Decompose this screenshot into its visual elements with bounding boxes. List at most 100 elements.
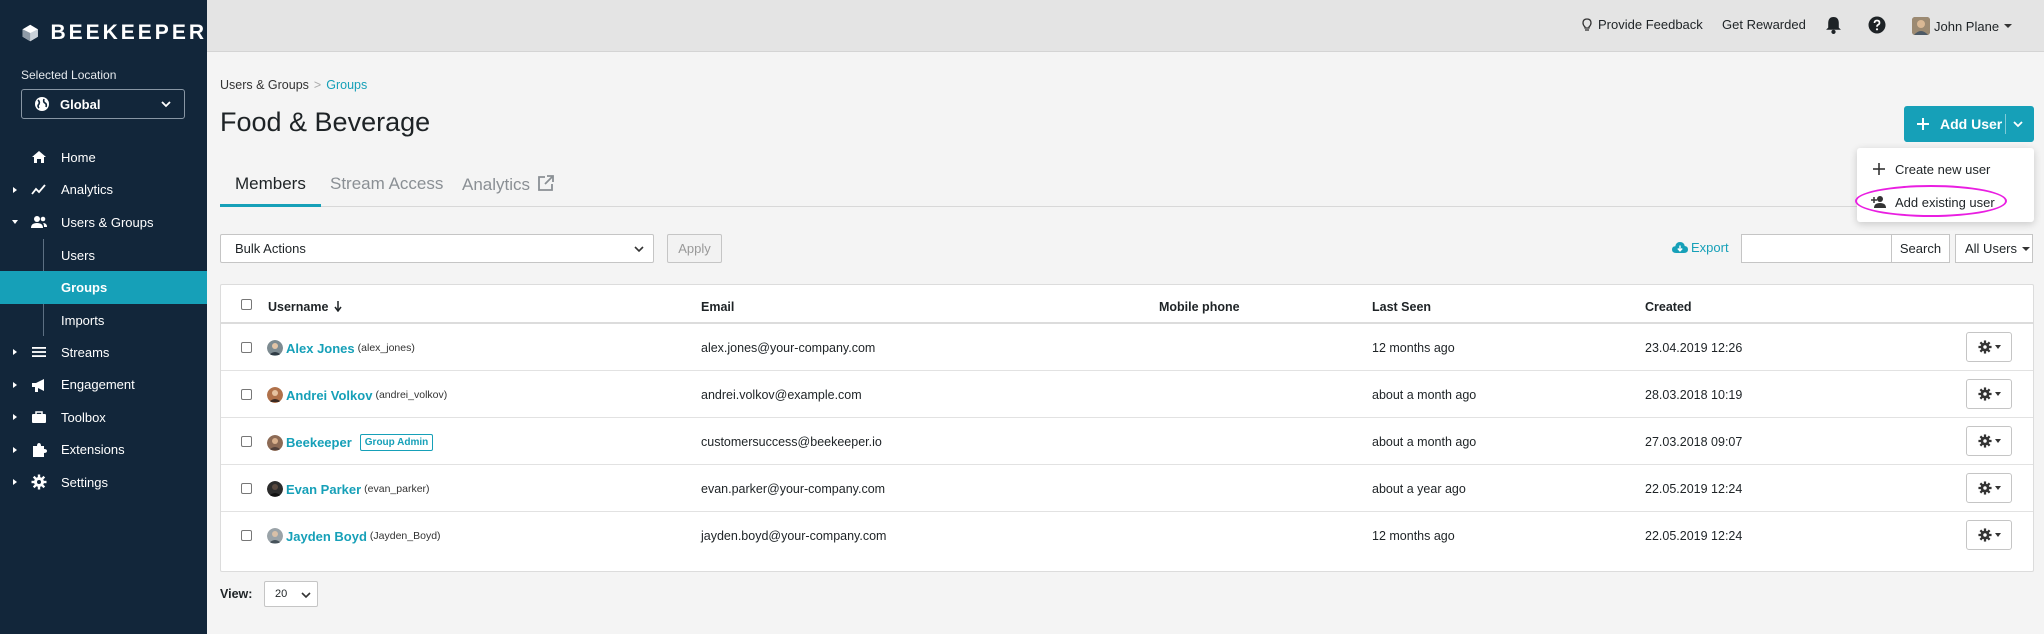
bell-icon	[1826, 17, 1841, 34]
breadcrumb-parent[interactable]: Users & Groups	[220, 78, 309, 92]
sidebar-item-label: Analytics	[61, 182, 114, 198]
row-checkbox[interactable]	[241, 483, 252, 494]
sort-down-icon	[334, 301, 342, 312]
user-name-link[interactable]: Alex Jones	[286, 341, 355, 356]
table-row[interactable]: Andrei Volkov (andrei_volkov) andrei.vol…	[221, 371, 2033, 418]
caret-down-icon	[1994, 392, 2001, 396]
add-user-button[interactable]: Add User	[1904, 106, 2034, 142]
toolbox-icon	[32, 411, 46, 424]
row-actions-button[interactable]	[1966, 473, 2012, 503]
cloud-download-icon	[1672, 241, 1688, 253]
table-row[interactable]: Jayden Boyd (Jayden_Boyd) jayden.boyd@yo…	[221, 512, 2033, 559]
tab-analytics-label: Analytics	[462, 175, 531, 194]
beekeeper-logo-icon	[22, 24, 38, 42]
group-admin-badge: Group Admin	[359, 434, 434, 451]
search-input[interactable]	[1741, 234, 1891, 263]
select-all-checkbox[interactable]	[241, 299, 252, 310]
sidebar-item-label: Engagement	[61, 377, 135, 393]
sidebar-item-imports[interactable]: Imports	[0, 303, 207, 336]
location-select[interactable]: Global	[21, 89, 185, 119]
megaphone-icon	[32, 378, 44, 392]
user-handle: (andrei_volkov)	[375, 389, 448, 401]
sidebar-item-toolbox[interactable]: Toolbox	[0, 401, 207, 434]
user-menu[interactable]: John Plane	[1912, 17, 2013, 35]
row-checkbox[interactable]	[241, 342, 252, 353]
user-name-link[interactable]: Beekeeper	[286, 435, 352, 450]
column-header-username[interactable]: Username	[268, 300, 342, 314]
sidebar-item-label: Streams	[61, 344, 110, 360]
sidebar-item-engagement[interactable]: Engagement	[0, 369, 207, 402]
user-name-link[interactable]: Jayden Boyd	[286, 529, 367, 544]
column-header-last-seen[interactable]: Last Seen	[1372, 300, 1431, 314]
avatar	[267, 481, 283, 497]
column-header-created[interactable]: Created	[1645, 300, 1692, 314]
chevron-down-icon[interactable]	[2012, 119, 2024, 129]
table-row[interactable]: Evan Parker (evan_parker) evan.parker@yo…	[221, 465, 2033, 512]
search-button[interactable]: Search	[1891, 234, 1950, 263]
provide-feedback-link[interactable]: Provide Feedback	[1580, 17, 1703, 32]
row-actions-button[interactable]	[1966, 426, 2012, 456]
email-cell: evan.parker@your-company.com	[701, 482, 886, 496]
sidebar-item-users-groups[interactable]: Users & Groups	[0, 206, 207, 239]
bulk-actions-value: Bulk Actions	[235, 241, 306, 256]
user-name-link[interactable]: Andrei Volkov	[286, 388, 372, 403]
users-icon	[31, 216, 47, 229]
breadcrumb-current[interactable]: Groups	[326, 78, 367, 92]
brand[interactable]: BEEKEEPER	[0, 0, 207, 66]
user-cell: Alex Jones (alex_jones)	[267, 340, 415, 356]
highlight-annotation	[1855, 185, 2007, 217]
tab-stream-access[interactable]: Stream Access	[330, 174, 443, 207]
row-checkbox[interactable]	[241, 436, 252, 447]
subnav-line	[43, 303, 44, 336]
email-cell: jayden.boyd@your-company.com	[701, 529, 887, 543]
bulk-actions-select[interactable]: Bulk Actions	[220, 234, 654, 263]
table-row[interactable]: Beekeeper Group Admin customersuccess@be…	[221, 418, 2033, 465]
sidebar-item-analytics[interactable]: Analytics	[0, 174, 207, 207]
sidebar-item-home[interactable]: Home	[0, 141, 207, 174]
column-header-mobile-phone[interactable]: Mobile phone	[1159, 300, 1240, 314]
row-actions-button[interactable]	[1966, 520, 2012, 550]
analytics-icon	[31, 184, 46, 195]
tab-members[interactable]: Members	[220, 174, 321, 207]
sidebar-item-users[interactable]: Users	[0, 238, 207, 271]
created-cell: 22.05.2019 12:24	[1645, 482, 1743, 496]
last-seen-cell: 12 months ago	[1372, 341, 1455, 355]
sidebar-item-label: Users & Groups	[61, 214, 154, 230]
sidebar-item-label: Users	[61, 247, 95, 263]
help-icon	[1868, 16, 1886, 34]
get-rewarded-link[interactable]: Get Rewarded	[1722, 17, 1806, 32]
user-cell: Andrei Volkov (andrei_volkov)	[267, 387, 447, 403]
notifications-button[interactable]	[1825, 16, 1842, 34]
export-button[interactable]: Export	[1672, 240, 1729, 255]
user-filter-dropdown[interactable]: All Users	[1955, 234, 2033, 263]
created-cell: 23.04.2019 12:26	[1645, 341, 1743, 355]
row-checkbox[interactable]	[241, 389, 252, 400]
sidebar-item-extensions[interactable]: Extensions	[0, 434, 207, 467]
page-size-select[interactable]: 20	[264, 581, 318, 607]
lightbulb-icon	[1582, 17, 1592, 31]
help-button[interactable]	[1868, 16, 1886, 34]
tab-analytics[interactable]: Analytics	[462, 174, 555, 207]
user-name-link[interactable]: Evan Parker	[286, 482, 361, 497]
email-cell: customersuccess@beekeeper.io	[701, 435, 882, 449]
sidebar-item-streams[interactable]: Streams	[0, 336, 207, 369]
sidebar-item-settings[interactable]: Settings	[0, 466, 207, 499]
row-actions-button[interactable]	[1966, 332, 2012, 362]
brand-name: BEEKEEPER	[50, 21, 207, 44]
plus-icon	[1917, 118, 1929, 130]
row-actions-button[interactable]	[1966, 379, 2012, 409]
add-user-label: Add User	[1940, 116, 2003, 132]
row-checkbox[interactable]	[241, 530, 252, 541]
streams-icon	[32, 347, 46, 358]
create-new-user-item[interactable]: Create new user	[1857, 153, 2034, 185]
email-cell: andrei.volkov@example.com	[701, 388, 862, 402]
chevron-down-icon	[161, 101, 171, 108]
table-row[interactable]: Alex Jones (alex_jones) alex.jones@your-…	[221, 324, 2033, 371]
apply-button[interactable]: Apply	[667, 234, 722, 263]
email-cell: alex.jones@your-company.com	[701, 341, 876, 355]
column-header-email[interactable]: Email	[701, 300, 734, 314]
location-label: Selected Location	[21, 68, 117, 82]
menu-item-label: Create new user	[1895, 161, 1991, 177]
globe-icon	[35, 97, 49, 111]
sidebar-item-groups[interactable]: Groups	[0, 271, 207, 304]
